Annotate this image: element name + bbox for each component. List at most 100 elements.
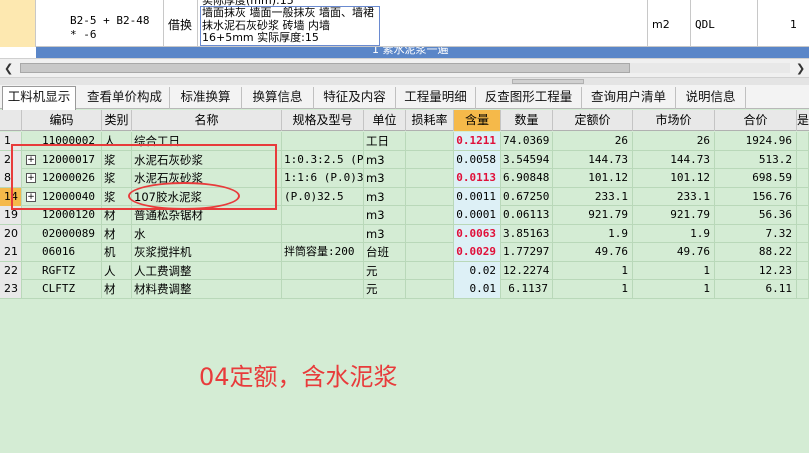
cell-total-price[interactable]: 7.32 [715,224,797,243]
cell-spec[interactable]: (P.0)32.5 [282,187,364,206]
cell-market-price[interactable]: 49.76 [633,243,715,261]
cell-total-price[interactable]: 6.11 [715,280,797,298]
header-quantity[interactable]: 数量 [501,110,553,131]
cell-is[interactable] [797,150,809,169]
cell-quantity[interactable]: 0.06113 [501,206,553,224]
cell-loss-rate[interactable] [406,243,454,261]
upper-grid-selected-strip[interactable]: 1 素水泥浆一遍 [36,47,809,58]
cell-total-price[interactable]: 88.22 [715,243,797,261]
cell-quantity[interactable]: 0.67250 [501,187,553,206]
cell-content-qty[interactable]: 0.0058 [454,150,501,169]
upper-row-unit-cell[interactable]: m2 [648,0,691,47]
cell-spec[interactable]: 拌筒容量:200 [282,243,364,261]
cell-content-qty[interactable]: 0.02 [454,261,501,280]
cell-quota-price[interactable]: 921.79 [553,206,633,224]
tab-features-content[interactable]: 特征及内容 [314,87,396,109]
tab-description-info[interactable]: 说明信息 [676,87,746,109]
table-row[interactable]: 22 RGFTZ 人人工费调整元 0.02 12.2274 1 1 12.23 [0,261,809,280]
tab-reverse-graphic-quantity[interactable]: 反查图形工程量 [476,87,582,109]
cell-category[interactable]: 人 [102,261,132,280]
table-row[interactable]: 21 06016 机灰浆搅拌机 拌筒容量:200 台班 0.0029 1.77297 49.7… [0,243,809,262]
cell-total-price[interactable]: 12.23 [715,261,797,280]
cell-market-price[interactable]: 921.79 [633,206,715,224]
upper-row-desc-cell[interactable]: 实际厚度(mm):15 墙面抹灰 墙面一般抹灰 墙面、墙裙抹水泥石灰砂浆 砖墙 … [198,0,648,47]
cell-code[interactable]: 02000089 [22,224,102,243]
cell-content-qty[interactable]: 0.1211 [454,132,501,150]
cell-code[interactable]: 06016 [22,243,102,261]
cell-unit[interactable]: m3 [364,169,406,187]
cell-name[interactable]: 人工费调整 [132,261,282,280]
cell-spec[interactable] [282,132,364,150]
cell-is[interactable] [797,132,809,150]
table-row[interactable]: 20 02000089 材水 m3 0.0063 3.85163 1.9 1.9 7.32 [0,224,809,243]
horizontal-scrollbar[interactable]: ❮ ❯ [0,58,809,78]
cell-name[interactable]: 材料费调整 [132,280,282,298]
cell-quota-price[interactable]: 1 [553,261,633,280]
scrollbar-track[interactable] [20,63,790,73]
cell-total-price[interactable]: 698.59 [715,169,797,187]
row-number[interactable]: 20 [0,224,22,243]
cell-category[interactable]: 材 [102,280,132,298]
cell-quantity[interactable]: 3.54594 [501,150,553,169]
cell-code[interactable]: CLFTZ [22,280,102,298]
cell-unit[interactable]: m3 [364,206,406,224]
cell-market-price[interactable]: 26 [633,132,715,150]
cell-quantity[interactable]: 1.77297 [501,243,553,261]
upper-row-code-cell[interactable]: B2-5 + B2-48 * -6 [36,0,164,47]
cell-content-qty[interactable]: 0.0063 [454,224,501,243]
cell-spec[interactable] [282,261,364,280]
upper-row-type-cell[interactable]: 借换 [164,0,198,47]
cell-loss-rate[interactable] [406,169,454,187]
table-row[interactable]: 23 CLFTZ 材材料费调整元 0.01 6.1137 1 1 6.11 [0,280,809,299]
cell-quota-price[interactable]: 101.12 [553,169,633,187]
tab-standard-conversion[interactable]: 标准换算 [170,87,242,109]
header-name[interactable]: 名称 [132,110,282,131]
tab-labor-material-machine[interactable]: 工料机显示 [2,86,76,110]
cell-quota-price[interactable]: 1.9 [553,224,633,243]
cell-quota-price[interactable]: 1 [553,280,633,298]
cell-category[interactable]: 机 [102,243,132,261]
cell-loss-rate[interactable] [406,132,454,150]
splitter-grip[interactable] [512,79,584,84]
cell-market-price[interactable]: 1 [633,280,715,298]
cell-content-qty[interactable]: 0.0011 [454,187,501,206]
cell-name[interactable]: 灰浆搅拌机 [132,243,282,261]
cell-content-qty[interactable]: 0.01 [454,280,501,298]
cell-quota-price[interactable]: 49.76 [553,243,633,261]
tab-quantity-detail[interactable]: 工程量明细 [396,87,476,109]
cell-total-price[interactable]: 56.36 [715,206,797,224]
header-total-price[interactable]: 合价 [715,110,797,131]
cell-unit[interactable]: 台班 [364,243,406,261]
cell-unit[interactable]: 元 [364,261,406,280]
tab-query-user-list[interactable]: 查询用户清单 [582,87,676,109]
cell-unit[interactable]: 元 [364,280,406,298]
cell-unit[interactable]: m3 [364,150,406,169]
cell-content-qty[interactable]: 0.0001 [454,206,501,224]
header-loss-rate[interactable]: 损耗率 [406,110,454,131]
cell-loss-rate[interactable] [406,280,454,298]
cell-is[interactable] [797,224,809,243]
header-category[interactable]: 类别 [102,110,132,131]
cell-loss-rate[interactable] [406,206,454,224]
header-spec[interactable]: 规格及型号 [282,110,364,131]
cell-spec[interactable] [282,280,364,298]
cell-unit[interactable]: m3 [364,224,406,243]
cell-spec[interactable] [282,224,364,243]
cell-is[interactable] [797,261,809,280]
cell-loss-rate[interactable] [406,187,454,206]
cell-quota-price[interactable]: 144.73 [553,150,633,169]
upper-row-qty-cell[interactable]: 1 [758,0,809,47]
cell-spec[interactable]: 1:1:6 (P.0)3 [282,169,364,187]
cell-spec[interactable] [282,206,364,224]
cell-market-price[interactable]: 1 [633,261,715,280]
row-number[interactable]: 23 [0,280,22,298]
header-content-qty[interactable]: 含量 [454,110,501,131]
header-market-price[interactable]: 市场价 [633,110,715,131]
cell-total-price[interactable]: 1924.96 [715,132,797,150]
upper-grid-row[interactable]: B2-5 + B2-48 * -6 借换 实际厚度(mm):15 墙面抹灰 墙面… [0,0,809,47]
cell-unit[interactable]: m3 [364,187,406,206]
header-code[interactable]: 编码 [22,110,102,131]
cell-quantity[interactable]: 12.2274 [501,261,553,280]
panel-splitter[interactable] [0,78,809,85]
cell-code[interactable]: RGFTZ [22,261,102,280]
